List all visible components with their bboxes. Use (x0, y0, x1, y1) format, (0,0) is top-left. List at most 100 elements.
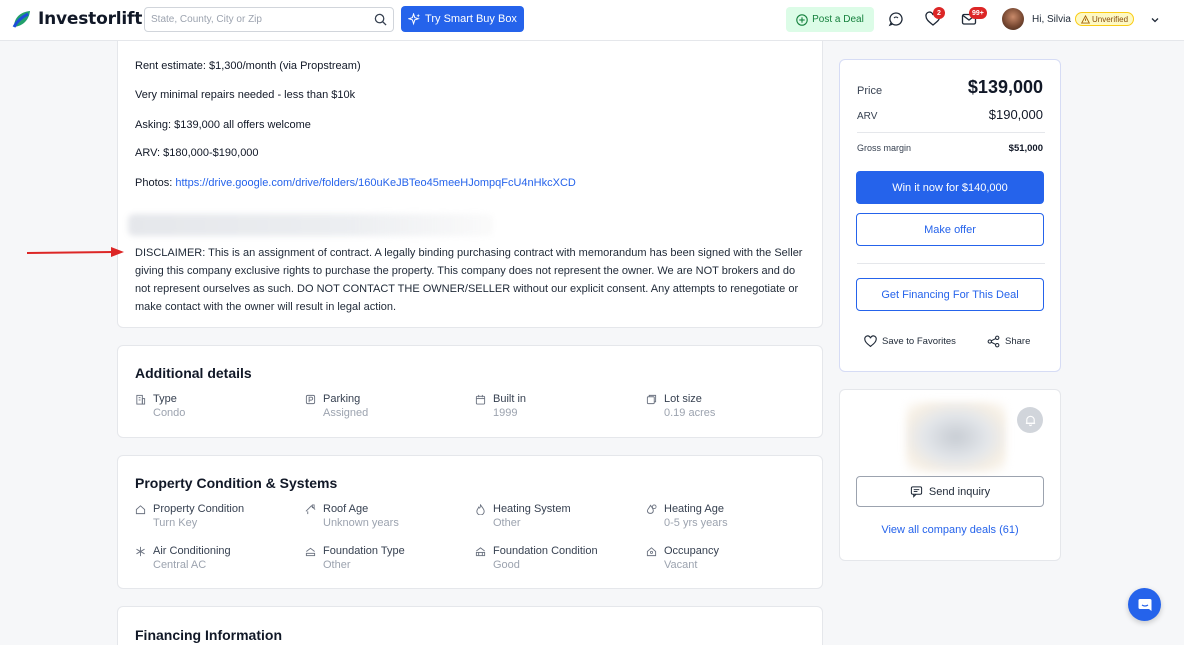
bell-icon[interactable] (1017, 407, 1043, 433)
asking-text: Asking: $139,000 all offers welcome (135, 119, 311, 131)
redacted-text (128, 214, 493, 236)
condition-label: Roof Age (323, 503, 369, 515)
company-logo[interactable] (906, 402, 1006, 472)
detail-label: Type (153, 393, 177, 405)
logo-leaf-icon (12, 11, 30, 28)
detail-value: Assigned (323, 407, 369, 419)
condition-value: Other (493, 517, 521, 529)
user-greeting[interactable]: Hi, Silvia (1032, 14, 1071, 25)
condition-label: Heating System (493, 503, 571, 515)
arv-text: ARV: $180,000-$190,000 (135, 147, 259, 159)
disclaimer-text: DISCLAIMER: This is an assignment of con… (135, 247, 803, 313)
messages-badge: 99+ (969, 7, 987, 19)
repairs-text: Very minimal repairs needed - less than … (135, 89, 356, 101)
flame-icon (476, 504, 485, 515)
top-nav: Investorlift Try Smart Buy Box Post a De… (0, 0, 1184, 41)
condition-value: Unknown years (323, 517, 399, 529)
house-person-icon (646, 547, 657, 557)
description-card: Rent estimate: $1,300/month (via Propstr… (117, 41, 823, 328)
condition-label: Heating Age (664, 503, 724, 515)
home-icon (135, 505, 146, 515)
condition-label: Foundation Condition (493, 545, 598, 557)
favorites-badge: 2 (933, 7, 945, 19)
arv-label: ARV (857, 111, 878, 122)
price-label: Price (857, 85, 883, 97)
condition-value: Other (323, 559, 351, 571)
make-offer-button[interactable]: Make offer (856, 213, 1044, 246)
search-input[interactable] (145, 8, 365, 31)
logo-text: Investorlift (38, 9, 143, 29)
foundation-check-icon (475, 547, 486, 557)
condition-label: Air Conditioning (153, 545, 231, 557)
divider (857, 263, 1045, 264)
send-inquiry-button[interactable]: Send inquiry (856, 476, 1044, 507)
bell-glyph-icon (1025, 415, 1035, 426)
condition-value: Central AC (153, 559, 207, 571)
price-panel: Price $139,000 ARV $190,000 Gross margin… (839, 59, 1061, 372)
support-chat-button[interactable] (1128, 588, 1161, 621)
condition-value: Good (493, 559, 520, 571)
photos-label: Photos: (135, 177, 176, 189)
condition-label: Foundation Type (323, 545, 405, 557)
lot-icon (646, 394, 657, 405)
heart-icon (864, 335, 877, 348)
message-icon (910, 486, 923, 498)
gross-margin-label: Gross margin (857, 143, 912, 153)
foundation-icon (305, 547, 316, 557)
roof-icon (305, 504, 316, 515)
parking-icon (305, 394, 316, 405)
chat-bubble-icon (1138, 598, 1151, 611)
smart-buy-box-button[interactable]: Try Smart Buy Box (401, 6, 524, 32)
divider (857, 132, 1045, 133)
chat-icon[interactable] (888, 11, 904, 27)
search-icon[interactable] (374, 13, 387, 26)
get-financing-button[interactable]: Get Financing For This Deal (856, 278, 1044, 311)
detail-value: 0.19 acres (664, 407, 716, 419)
save-label: Save to Favorites (882, 336, 956, 347)
location-search[interactable] (144, 7, 394, 32)
verification-label: Unverified (1092, 14, 1129, 24)
financing-card: Financing Information (117, 606, 823, 645)
property-condition-title: Property Condition & Systems (135, 475, 338, 491)
share-icon (987, 335, 1000, 348)
additional-details-card: Additional details Type Condo Parking As… (117, 345, 823, 438)
smart-buy-box-label: Try Smart Buy Box (425, 13, 517, 25)
share-label: Share (1005, 336, 1031, 347)
condition-value: Turn Key (153, 517, 198, 529)
view-all-company-deals-link[interactable]: View all company deals (61) (840, 524, 1060, 536)
financing-title: Financing Information (135, 627, 282, 643)
plus-circle-icon (796, 13, 808, 26)
condition-label: Property Condition (153, 503, 245, 515)
property-condition-card: Property Condition & Systems Property Co… (117, 455, 823, 589)
photos-link[interactable]: https://drive.google.com/drive/folders/1… (175, 177, 575, 189)
photos-line: Photos: https://drive.google.com/drive/f… (135, 177, 576, 189)
detail-value: Condo (153, 407, 186, 419)
detail-value: 1999 (493, 407, 518, 419)
detail-label: Parking (323, 393, 361, 405)
warning-icon (1081, 14, 1090, 24)
post-deal-button[interactable]: Post a Deal (786, 7, 874, 32)
avatar[interactable] (1002, 8, 1024, 30)
company-panel: Send inquiry View all company deals (61) (839, 389, 1061, 561)
red-arrow-annotation (26, 247, 124, 257)
logo[interactable]: Investorlift (12, 9, 142, 29)
save-to-favorites-button[interactable]: Save to Favorites (864, 335, 956, 348)
verification-badge: Unverified (1075, 12, 1135, 26)
send-inquiry-label: Send inquiry (928, 485, 991, 498)
building-icon (136, 394, 146, 405)
calendar-icon (475, 394, 486, 405)
gross-margin-value: $51,000 (1008, 143, 1043, 154)
post-deal-label: Post a Deal (812, 14, 864, 25)
sparkle-icon (408, 12, 421, 25)
chevron-down-icon[interactable] (1150, 15, 1160, 25)
snowflake-icon (136, 546, 145, 557)
flame-clock-icon (646, 504, 657, 514)
detail-label: Built in (493, 393, 527, 405)
condition-value: 0-5 yrs years (664, 517, 728, 529)
share-button[interactable]: Share (987, 335, 1030, 348)
win-it-now-button[interactable]: Win it now for $140,000 (856, 171, 1044, 204)
condition-label: Occupancy (664, 545, 720, 557)
arv-value: $190,000 (988, 107, 1043, 122)
condition-value: Vacant (664, 559, 698, 571)
additional-details-title: Additional details (135, 365, 252, 381)
